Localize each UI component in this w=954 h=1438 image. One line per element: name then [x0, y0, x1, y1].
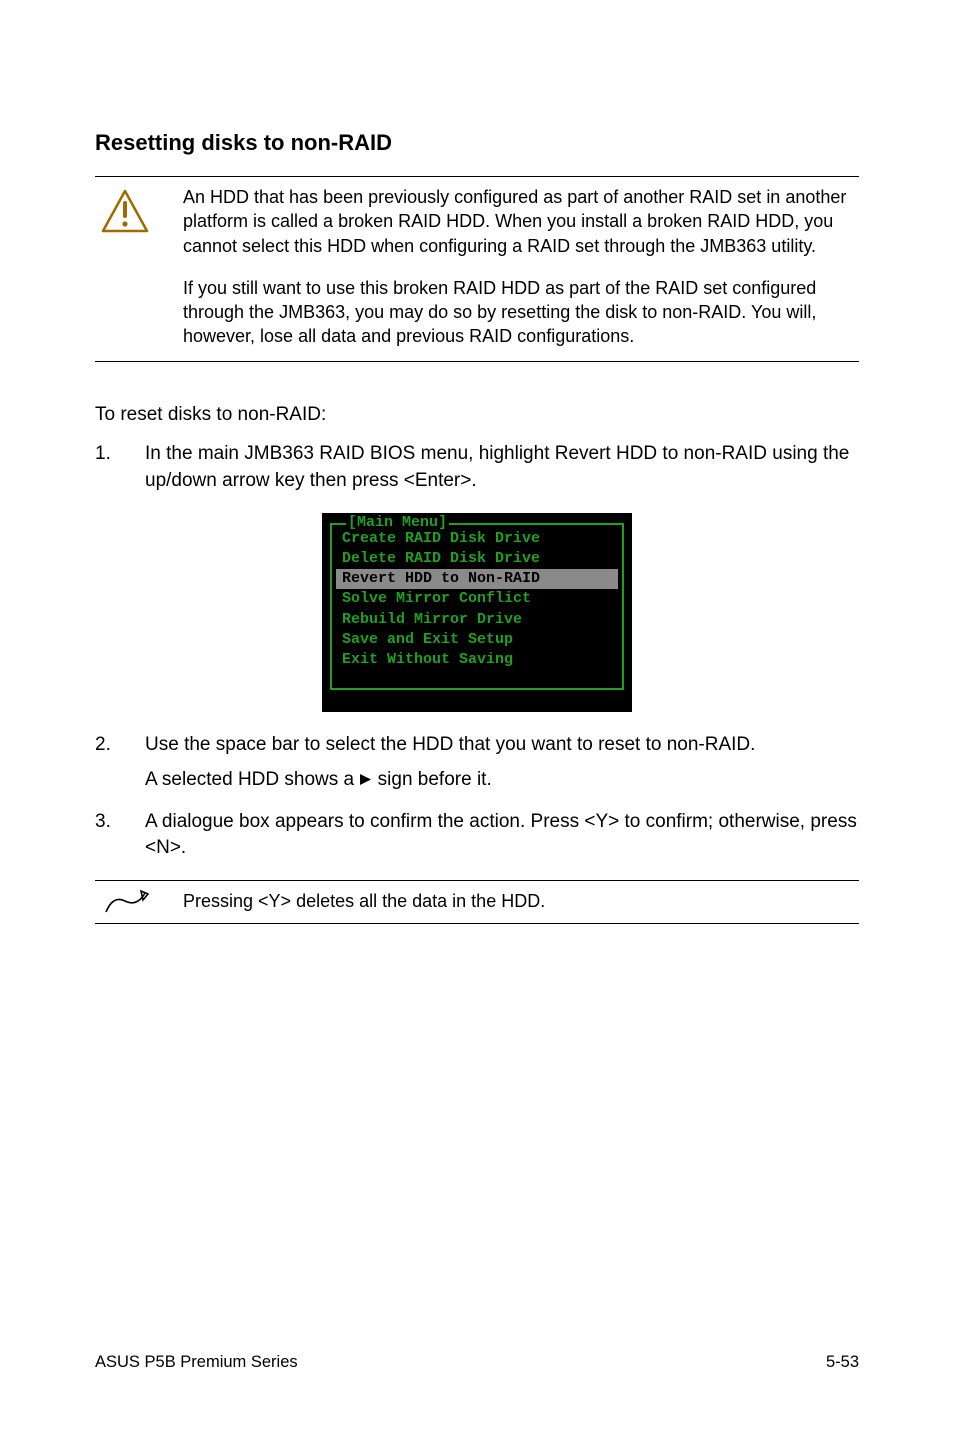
step-2-line-2: A selected HDD shows a sign before it.: [145, 767, 859, 795]
footer-left: ASUS P5B Premium Series: [95, 1353, 298, 1372]
info-note-text: Pressing <Y> deletes all the data in the…: [155, 885, 859, 917]
page-footer: ASUS P5B Premium Series 5-53: [95, 1353, 859, 1372]
warning-paragraph-2: If you still want to use this broken RAI…: [183, 276, 849, 349]
steps-list-continued: 2. Use the space bar to select the HDD t…: [95, 732, 859, 861]
step-2-line-2b: sign before it.: [372, 769, 491, 790]
step-number: 1.: [95, 441, 145, 494]
intro-text: To reset disks to non-RAID:: [95, 402, 859, 428]
pencil-icon: [95, 885, 155, 919]
warning-icon: [95, 185, 155, 233]
step-number: 3.: [95, 809, 145, 862]
step-text: Use the space bar to select the HDD that…: [145, 732, 859, 794]
bios-menu-title: [Main Menu]: [346, 514, 449, 531]
step-text: In the main JMB363 RAID BIOS menu, highl…: [145, 441, 859, 494]
bios-item-highlighted: Revert HDD to Non-RAID: [336, 569, 618, 589]
bios-item: Create RAID Disk Drive: [332, 529, 622, 549]
info-note: Pressing <Y> deletes all the data in the…: [95, 880, 859, 924]
warning-note: An HDD that has been previously configur…: [95, 176, 859, 362]
bios-item: Delete RAID Disk Drive: [332, 549, 622, 569]
warning-text: An HDD that has been previously configur…: [155, 185, 859, 353]
section-heading: Resetting disks to non-RAID: [95, 130, 859, 156]
steps-list: 1. In the main JMB363 RAID BIOS menu, hi…: [95, 441, 859, 494]
step-2-line-1: Use the space bar to select the HDD that…: [145, 732, 859, 759]
step-2-line-2a: A selected HDD shows a: [145, 769, 359, 790]
step-text: A dialogue box appears to confirm the ac…: [145, 809, 859, 862]
bios-menu-inner: [Main Menu] Create RAID Disk Drive Delet…: [330, 523, 624, 691]
bios-menu: [Main Menu] Create RAID Disk Drive Delet…: [322, 513, 632, 713]
warning-paragraph-1: An HDD that has been previously configur…: [183, 185, 849, 258]
play-icon: [359, 768, 372, 795]
bios-item: Solve Mirror Conflict: [332, 589, 622, 609]
step-2: 2. Use the space bar to select the HDD t…: [95, 732, 859, 794]
footer-right: 5-53: [826, 1353, 859, 1372]
bios-item: Exit Without Saving: [332, 650, 622, 670]
step-3: 3. A dialogue box appears to confirm the…: [95, 809, 859, 862]
bios-item: Rebuild Mirror Drive: [332, 610, 622, 630]
bios-item: Save and Exit Setup: [332, 630, 622, 650]
step-number: 2.: [95, 732, 145, 794]
step-1: 1. In the main JMB363 RAID BIOS menu, hi…: [95, 441, 859, 494]
